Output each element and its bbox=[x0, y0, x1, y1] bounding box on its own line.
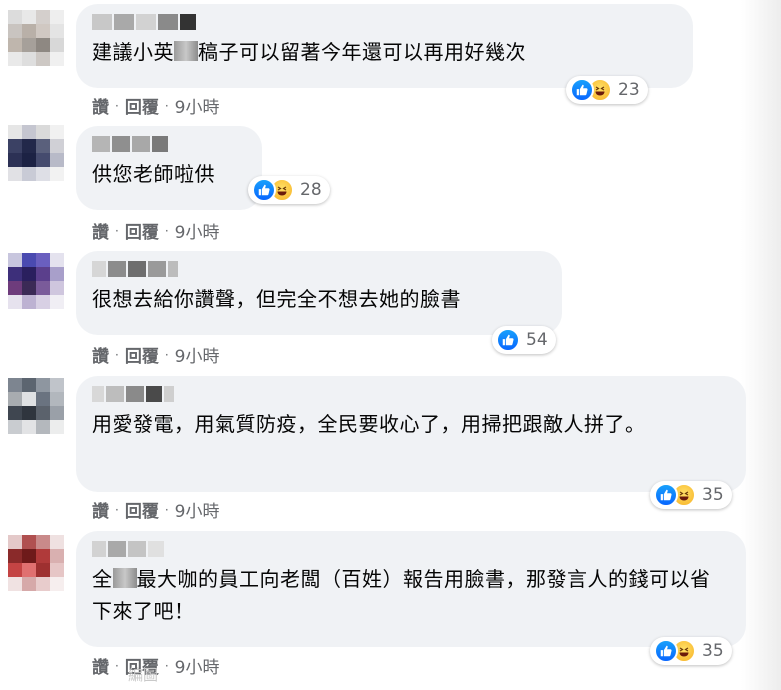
like-icon bbox=[654, 639, 678, 663]
censor-block bbox=[174, 41, 198, 61]
comment-text: 很想去給你讚聲，但完全不想去她的臉書 bbox=[92, 287, 461, 311]
reaction-summary[interactable]: 35 bbox=[650, 481, 732, 509]
commenter-name-blurred[interactable] bbox=[92, 14, 677, 30]
comment-actions: 讚 · 回覆 · 9小時 bbox=[92, 342, 219, 367]
avatar[interactable] bbox=[8, 125, 64, 181]
timestamp[interactable]: 9小時 bbox=[175, 342, 220, 367]
reaction-count: 35 bbox=[702, 485, 724, 505]
reaction-summary[interactable]: 28 bbox=[248, 176, 330, 204]
like-icon bbox=[654, 483, 678, 507]
reaction-summary[interactable]: 35 bbox=[650, 637, 732, 665]
watermark: 編圖 bbox=[128, 666, 159, 684]
reaction-count: 28 bbox=[300, 180, 322, 200]
comment-bubble: 全最大咖的員工向老闆（百姓）報告用臉書，那發言人的錢可以省下來了吧！ bbox=[76, 531, 746, 647]
like-icon bbox=[496, 328, 520, 352]
avatar[interactable] bbox=[8, 253, 64, 309]
avatar[interactable] bbox=[8, 10, 64, 66]
reaction-count: 35 bbox=[702, 641, 724, 661]
like-icon bbox=[252, 178, 276, 202]
comment-bubble: 供您老師啦供 bbox=[76, 126, 262, 210]
comment-bubble: 很想去給你讚聲，但完全不想去她的臉書 bbox=[76, 251, 562, 335]
avatar[interactable] bbox=[8, 378, 64, 434]
comment-actions: 讚 · 回覆 · 9小時 bbox=[92, 218, 219, 243]
reaction-count: 54 bbox=[526, 330, 548, 350]
reply-link[interactable]: 回覆 bbox=[125, 342, 159, 367]
censor-block bbox=[112, 568, 137, 588]
like-link[interactable]: 讚 bbox=[92, 342, 109, 367]
timestamp[interactable]: 9小時 bbox=[175, 218, 220, 243]
commenter-name-blurred[interactable] bbox=[92, 541, 730, 557]
comment-text: 建議小英 稿子可以留著今年還可以再用好幾次 bbox=[92, 40, 526, 64]
commenter-name-blurred[interactable] bbox=[92, 386, 730, 402]
timestamp[interactable]: 9小時 bbox=[175, 497, 220, 522]
comment-bubble: 用愛發電，用氣質防疫，全民要收心了，用掃把跟敵人拼了。 bbox=[76, 376, 746, 492]
reaction-summary[interactable]: 23 bbox=[566, 76, 648, 104]
reaction-summary[interactable]: 54 bbox=[492, 326, 556, 354]
like-link[interactable]: 讚 bbox=[92, 93, 109, 118]
like-link[interactable]: 讚 bbox=[92, 218, 109, 243]
timestamp[interactable]: 9小時 bbox=[175, 653, 220, 678]
comment-text: 全最大咖的員工向老闆（百姓）報告用臉書，那發言人的錢可以省下來了吧！ bbox=[92, 567, 711, 623]
comment-actions: 讚 · 回覆 · 9小時 bbox=[92, 93, 219, 118]
comment-actions: 讚 · 回覆 · 9小時 bbox=[92, 497, 219, 522]
comment-text: 用愛發電，用氣質防疫，全民要收心了，用掃把跟敵人拼了。 bbox=[92, 412, 646, 436]
reply-link[interactable]: 回覆 bbox=[125, 497, 159, 522]
reply-link[interactable]: 回覆 bbox=[125, 218, 159, 243]
comment-text: 供您老師啦供 bbox=[92, 162, 215, 186]
timestamp[interactable]: 9小時 bbox=[175, 93, 220, 118]
commenter-name-blurred[interactable] bbox=[92, 136, 246, 152]
like-icon bbox=[570, 78, 594, 102]
like-link[interactable]: 讚 bbox=[92, 497, 109, 522]
commenter-name-blurred[interactable] bbox=[92, 261, 546, 277]
avatar[interactable] bbox=[8, 535, 64, 591]
reply-link[interactable]: 回覆 bbox=[125, 93, 159, 118]
like-link[interactable]: 讚 bbox=[92, 653, 109, 678]
reaction-count: 23 bbox=[618, 80, 640, 100]
scrollbar-track[interactable] bbox=[741, 0, 781, 690]
